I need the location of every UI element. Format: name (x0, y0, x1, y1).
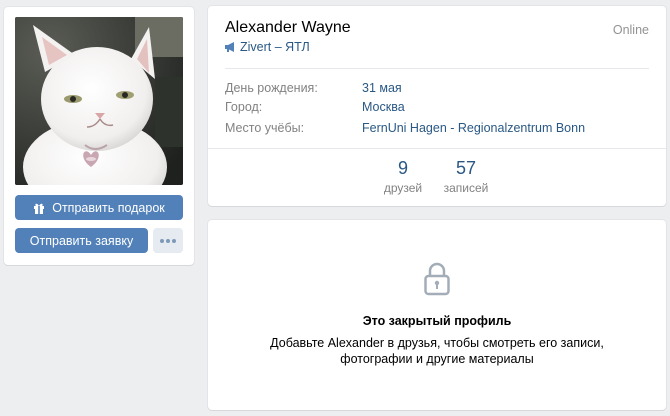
closed-profile-card: Это закрытый профиль Добавьте Alexander … (208, 220, 666, 410)
info-value-birthday[interactable]: 31 мая (362, 81, 402, 95)
gift-icon (34, 203, 45, 214)
info-row-birthday: День рождения: 31 мая (225, 81, 649, 97)
status-text: Zivert – ЯТЛ (240, 40, 310, 54)
send-request-button[interactable]: Отправить заявку (15, 228, 148, 253)
dot (172, 238, 176, 243)
profile-photo-card: Отправить подарок Отправить заявку (4, 7, 194, 265)
lock-icon (424, 262, 450, 296)
profile-info-card: Alexander Wayne Online Zivert – ЯТЛ День… (208, 6, 666, 206)
more-dots-icon[interactable] (153, 228, 183, 253)
profile-status[interactable]: Zivert – ЯТЛ (225, 40, 310, 54)
divider (225, 68, 649, 69)
send-gift-label: Отправить подарок (52, 200, 165, 215)
closed-profile-title: Это закрытый профиль (362, 314, 512, 328)
counter-friends[interactable]: 9 друзей (373, 158, 433, 195)
closed-profile-text: Добавьте Alexander в друзья, чтобы смотр… (208, 335, 666, 367)
info-label: Место учёбы: (225, 121, 305, 135)
counter-posts[interactable]: 57 записей (436, 158, 496, 195)
send-gift-button[interactable]: Отправить подарок (15, 195, 183, 220)
profile-name: Alexander Wayne (225, 19, 351, 36)
info-row-city: Город: Москва (225, 100, 649, 116)
cat-photo (15, 17, 183, 185)
counter-posts-number: 57 (455, 158, 477, 178)
online-status: Online (612, 23, 649, 37)
counter-posts-label: записей (443, 181, 489, 195)
info-value-city[interactable]: Москва (362, 100, 405, 114)
closed-text-line: фотографии и другие материалы (340, 352, 534, 366)
send-request-label: Отправить заявку (29, 233, 134, 248)
dot (160, 238, 164, 243)
avatar[interactable] (15, 17, 183, 185)
closed-text-line: Добавьте Alexander в друзья, чтобы смотр… (270, 336, 604, 350)
megaphone-icon (225, 42, 234, 52)
divider (208, 148, 666, 149)
info-label: Город: (225, 100, 263, 114)
info-value-education[interactable]: FernUni Hagen - Regionalzentrum Bonn (362, 121, 585, 135)
info-row-education: Место учёбы: FernUni Hagen - Regionalzen… (225, 121, 649, 137)
counter-friends-number: 9 (397, 158, 408, 178)
info-label: День рождения: (225, 81, 318, 95)
counter-friends-label: друзей (383, 181, 423, 195)
dot (166, 238, 170, 243)
